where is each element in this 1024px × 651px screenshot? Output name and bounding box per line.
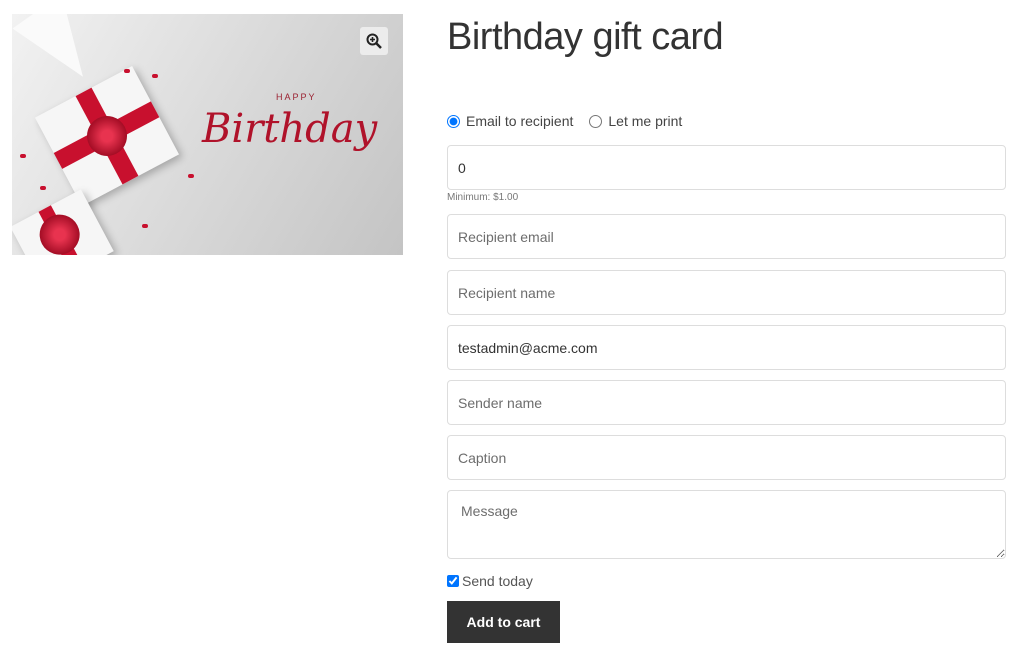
sender-email-input[interactable] xyxy=(447,325,1006,370)
send-today-label: Send today xyxy=(462,573,533,589)
caption-input[interactable] xyxy=(447,435,1006,480)
delivery-options: Email to recipient Let me print xyxy=(447,113,682,129)
send-today-option[interactable]: Send today xyxy=(447,573,533,589)
recipient-email-input[interactable] xyxy=(447,214,1006,259)
delivery-option-print[interactable]: Let me print xyxy=(589,113,682,129)
delivery-option-email[interactable]: Email to recipient xyxy=(447,113,573,129)
party-hat-decoration xyxy=(12,14,108,94)
product-summary: Birthday gift card Email to recipient Le… xyxy=(447,0,1006,643)
message-textarea[interactable] xyxy=(447,490,1006,559)
confetti xyxy=(124,69,130,73)
add-to-cart-button[interactable]: Add to cart xyxy=(447,601,560,643)
radio-label: Email to recipient xyxy=(466,113,574,129)
recipient-name-input[interactable] xyxy=(447,270,1006,315)
confetti xyxy=(188,174,194,178)
confetti xyxy=(40,186,46,190)
image-lettering-happy: HAPPY xyxy=(276,92,317,102)
confetti xyxy=(152,74,158,78)
zoom-button[interactable] xyxy=(360,27,388,55)
product-image[interactable]: HAPPY Birthday xyxy=(12,14,403,255)
print-radio[interactable] xyxy=(589,114,603,128)
email-radio[interactable] xyxy=(447,114,460,128)
send-today-checkbox[interactable] xyxy=(447,575,459,587)
product-title: Birthday gift card xyxy=(447,16,724,58)
image-lettering-birthday: Birthday xyxy=(202,106,378,152)
sender-name-input[interactable] xyxy=(447,380,1006,425)
radio-label: Let me print xyxy=(608,113,683,129)
amount-hint: Minimum: $1.00 xyxy=(447,192,519,203)
confetti xyxy=(20,154,26,158)
confetti xyxy=(142,224,148,228)
magnifier-plus-icon xyxy=(366,33,382,49)
amount-input[interactable] xyxy=(447,145,1006,190)
gift-box-decoration xyxy=(12,189,114,255)
